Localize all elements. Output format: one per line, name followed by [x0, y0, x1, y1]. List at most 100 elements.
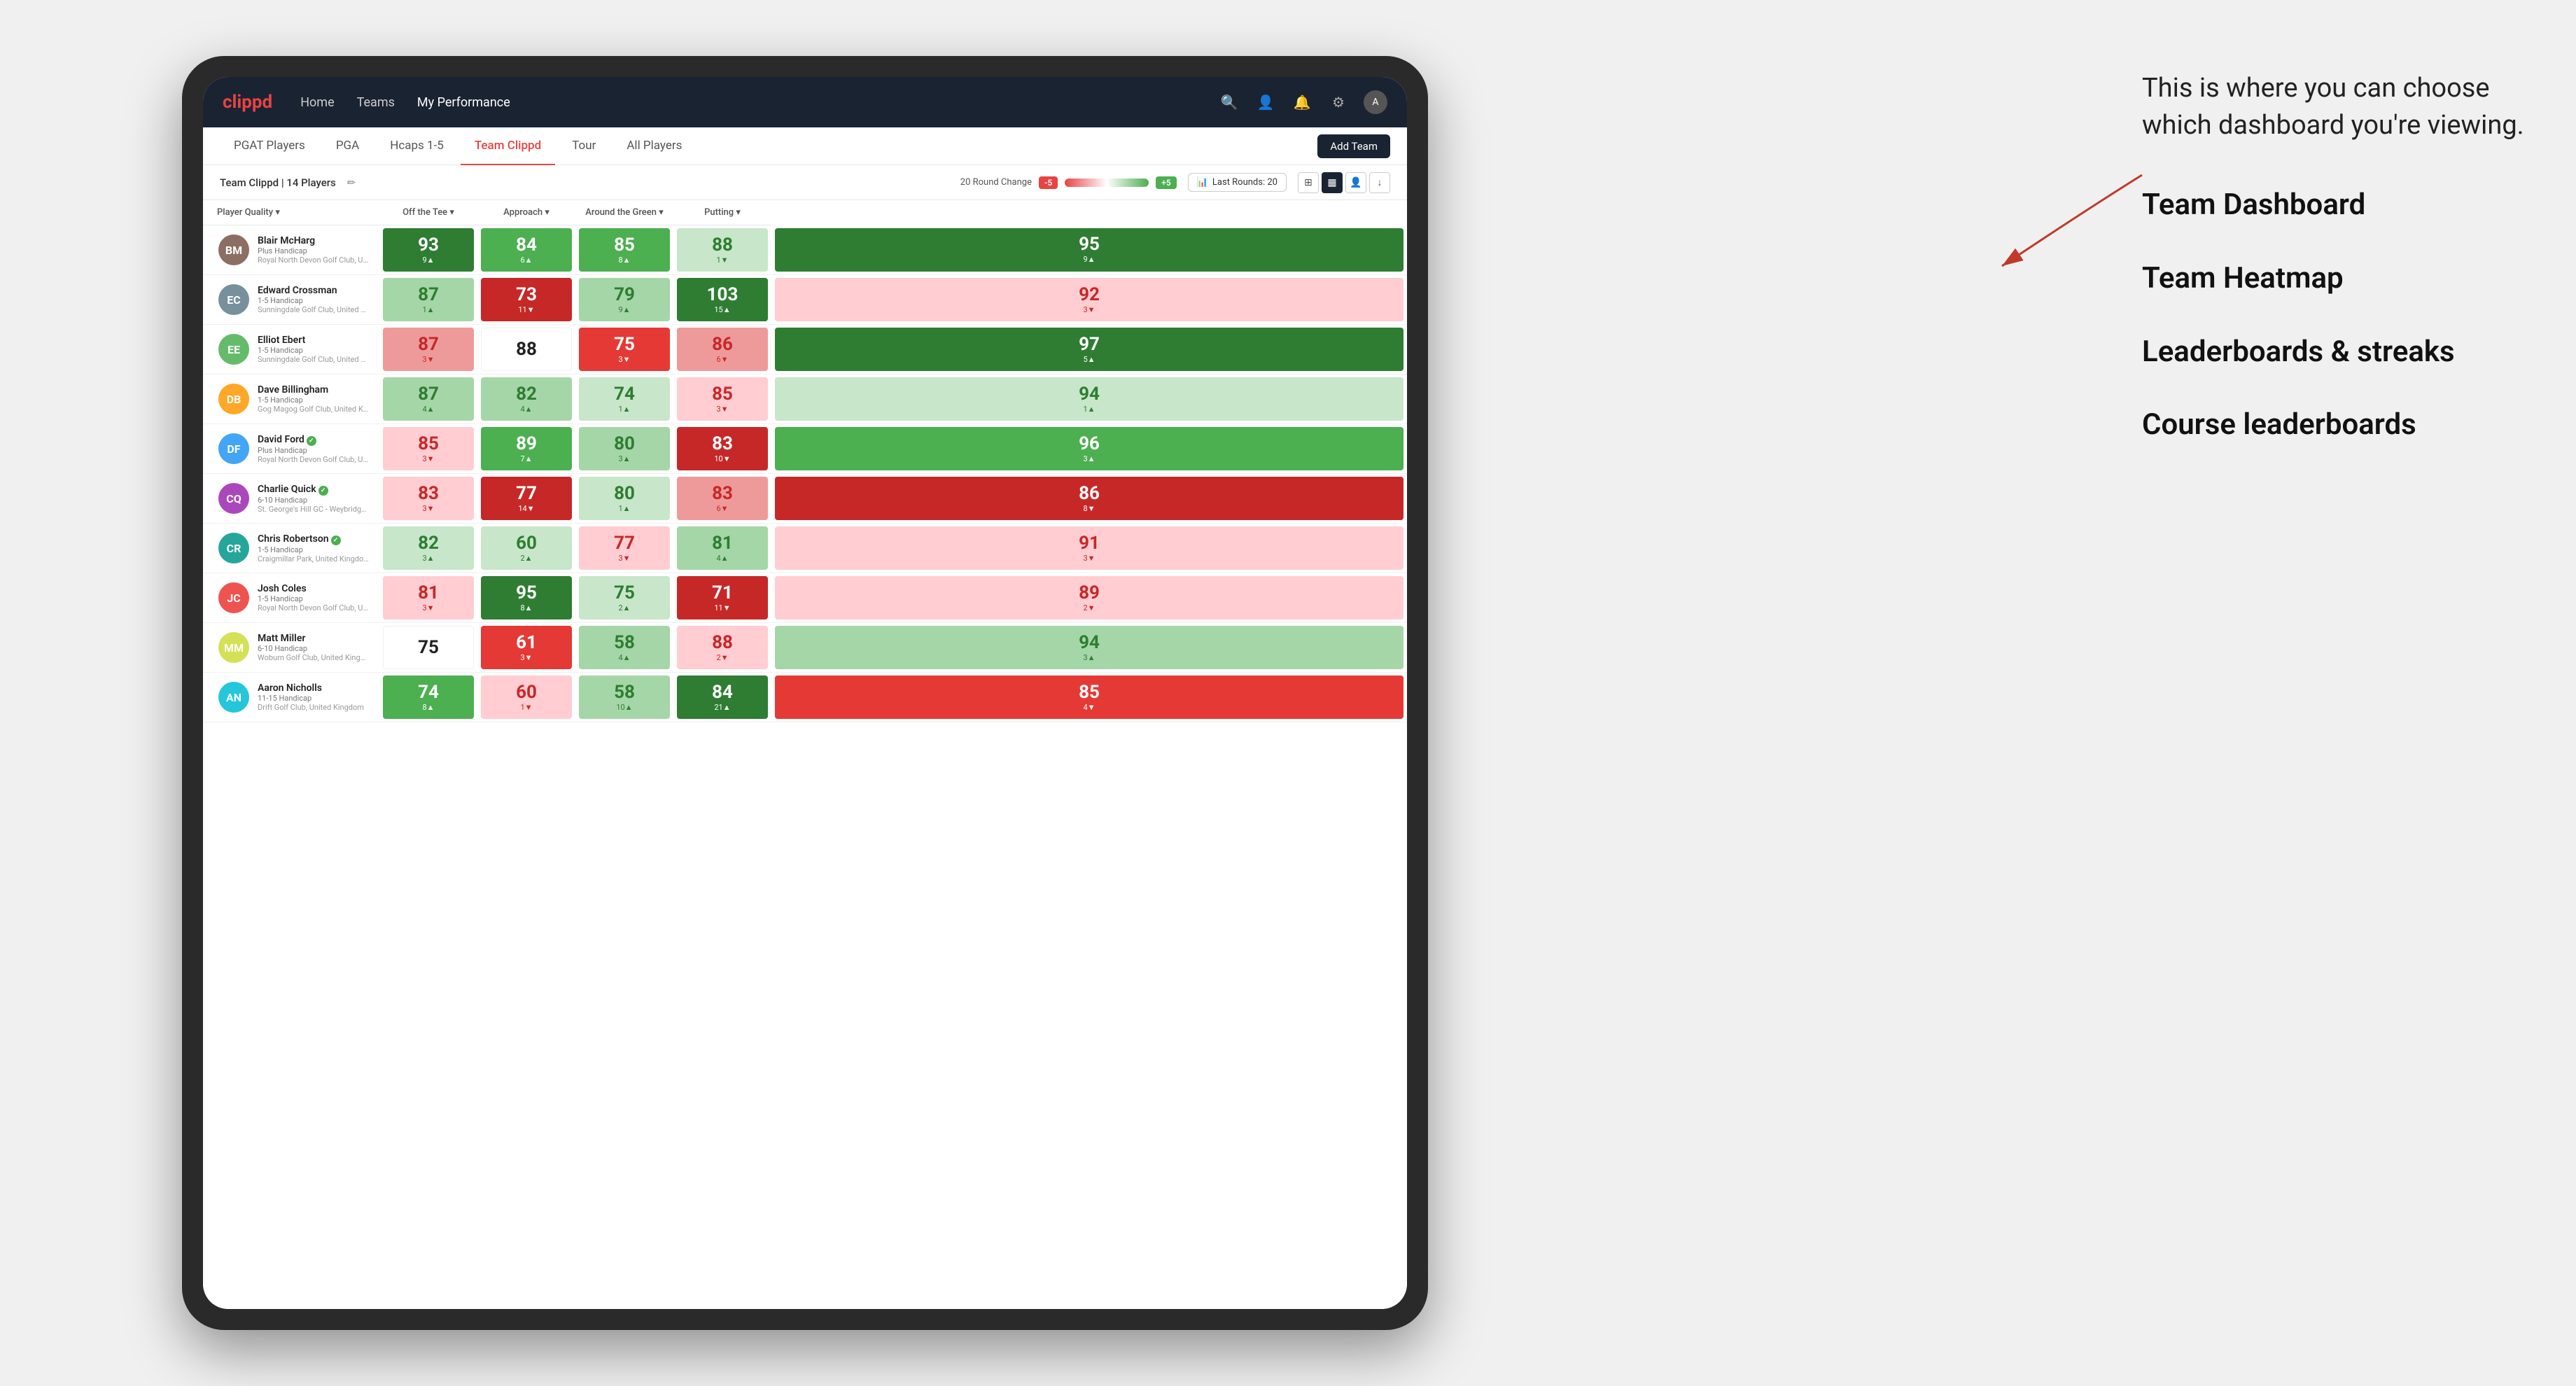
player-club: Woburn Golf Club, United Kingdom: [258, 653, 370, 662]
score-cell: 858▲: [575, 225, 673, 275]
player-club: St. George's Hill GC - Weybridge - Surre…: [258, 505, 370, 514]
sub-header: Team Clippd | 14 Players ✏ 20 Round Chan…: [203, 165, 1407, 200]
score-cell: 8310▼: [673, 424, 771, 474]
table-row[interactable]: ANAaron Nicholls11-15 HandicapDrift Golf…: [203, 673, 1407, 722]
team-label: Team Clippd | 14 Players: [220, 176, 336, 189]
table-row[interactable]: ECEdward Crossman1-5 HandicapSunningdale…: [203, 275, 1407, 325]
last-rounds-label: 📊: [1197, 177, 1208, 188]
col-player: Player Quality ▾: [203, 200, 379, 225]
annotation-option-2: Team Heatmap: [2142, 260, 2548, 298]
tab-pgat-players[interactable]: PGAT Players: [220, 127, 319, 165]
score-cell: 7714▼: [477, 474, 575, 524]
score-cell: 874▲: [379, 374, 477, 424]
table-row[interactable]: DBDave Billingham1-5 HandicapGog Magog G…: [203, 374, 1407, 424]
player-handicap: 1-5 Handicap: [258, 396, 370, 405]
table-row[interactable]: JCJosh Coles1-5 HandicapRoyal North Devo…: [203, 573, 1407, 623]
player-handicap: 6-10 Handicap: [258, 644, 370, 653]
add-team-button[interactable]: Add Team: [1317, 134, 1390, 158]
nav-teams[interactable]: Teams: [357, 95, 395, 110]
annotation-option-1: Team Dashboard: [2142, 186, 2548, 225]
heatmap-view-button[interactable]: ▦: [1322, 172, 1343, 193]
score-cell: 833▼: [379, 474, 477, 524]
user-avatar[interactable]: A: [1364, 90, 1387, 114]
player-name: Edward Crossman: [258, 285, 370, 296]
score-cell: 7111▼: [673, 573, 771, 623]
table-row[interactable]: BMBlair McHargPlus HandicapRoyal North D…: [203, 225, 1407, 275]
score-cell: 873▼: [379, 325, 477, 374]
tablet-frame: clippd Home Teams My Performance 🔍 👤 🔔 ⚙…: [182, 56, 1428, 1330]
player-cell: EEElliot Ebert1-5 HandicapSunningdale Go…: [203, 325, 379, 374]
score-cell: 10315▲: [673, 275, 771, 325]
grid-view-button[interactable]: ⊞: [1298, 172, 1319, 193]
score-cell: 753▼: [575, 325, 673, 374]
navbar: clippd Home Teams My Performance 🔍 👤 🔔 ⚙…: [203, 77, 1407, 127]
player-cell: BMBlair McHargPlus HandicapRoyal North D…: [203, 225, 379, 275]
tablet-screen: clippd Home Teams My Performance 🔍 👤 🔔 ⚙…: [203, 77, 1407, 1309]
settings-icon[interactable]: ⚙: [1327, 91, 1350, 113]
round-change-section: 20 Round Change -5 +5: [960, 176, 1177, 189]
score-cell: 5810▲: [575, 673, 673, 722]
score-cell: 943▲: [771, 623, 1407, 673]
nav-links: Home Teams My Performance: [300, 95, 1218, 110]
score-cell: 939▲: [379, 225, 477, 275]
player-name: Chris Robertson✓: [258, 533, 370, 545]
tab-tour[interactable]: Tour: [558, 127, 610, 165]
bell-icon[interactable]: 🔔: [1291, 91, 1313, 113]
player-avatar: CQ: [218, 483, 249, 514]
view-icons: ⊞ ▦ 👤 ↓: [1298, 172, 1390, 193]
player-club: Drift Golf Club, United Kingdom: [258, 703, 364, 712]
player-club: Sunningdale Golf Club, United Kingdom: [258, 355, 370, 364]
tab-pga[interactable]: PGA: [322, 127, 373, 165]
player-avatar: EE: [218, 334, 249, 365]
player-club: Sunningdale Golf Club, United Kingdom: [258, 305, 370, 314]
score-cell: 923▼: [771, 275, 1407, 325]
score-cell: 959▲: [771, 225, 1407, 275]
tab-team-clippd[interactable]: Team Clippd: [461, 127, 555, 165]
player-avatar: CR: [218, 533, 249, 564]
col-tee: Off the Tee ▾: [379, 200, 477, 225]
user-icon[interactable]: 👤: [1254, 91, 1277, 113]
neg-badge: -5: [1039, 176, 1058, 189]
player-handicap: 1-5 Handicap: [258, 296, 370, 305]
player-handicap: Plus Handicap: [258, 446, 370, 455]
player-avatar: BM: [218, 234, 249, 265]
edit-icon[interactable]: ✏: [347, 176, 356, 189]
last-rounds-text: Last Rounds: 20: [1212, 177, 1278, 188]
score-cell: 813▼: [379, 573, 477, 623]
score-cell: 853▼: [379, 424, 477, 474]
player-cell: CQCharlie Quick✓6-10 HandicapSt. George'…: [203, 474, 379, 524]
player-club: Royal North Devon Golf Club, United King…: [258, 255, 370, 265]
content-area: Player Quality ▾ Off the Tee ▾ Approach …: [203, 200, 1407, 1309]
download-button[interactable]: ↓: [1369, 172, 1390, 193]
score-cell: 7311▼: [477, 275, 575, 325]
score-cell: 913▼: [771, 524, 1407, 573]
col-putting: Putting ▾: [673, 200, 771, 225]
player-club: Royal North Devon Golf Club, United King…: [258, 455, 370, 464]
table-row[interactable]: CRChris Robertson✓1-5 HandicapCraigmilla…: [203, 524, 1407, 573]
player-avatar: MM: [218, 632, 249, 663]
player-name: Josh Coles: [258, 583, 370, 594]
nav-home[interactable]: Home: [300, 95, 334, 110]
player-avatar: DB: [218, 384, 249, 414]
table-row[interactable]: CQCharlie Quick✓6-10 HandicapSt. George'…: [203, 474, 1407, 524]
player-avatar: AN: [218, 682, 249, 713]
table-row[interactable]: DFDavid Ford✓Plus HandicapRoyal North De…: [203, 424, 1407, 474]
col-green: Around the Green ▾: [575, 200, 673, 225]
table-row[interactable]: MMMatt Miller6-10 HandicapWoburn Golf Cl…: [203, 623, 1407, 673]
score-cell: 773▼: [575, 524, 673, 573]
player-avatar: JC: [218, 582, 249, 613]
annotation-option-4: Course leaderboards: [2142, 406, 2548, 444]
annotation-container: This is where you can choose which dashb…: [2142, 70, 2548, 444]
nav-my-performance[interactable]: My Performance: [417, 95, 510, 110]
tabbar: PGAT Players PGA Hcaps 1-5 Team Clippd T…: [203, 127, 1407, 165]
chart-view-button[interactable]: 👤: [1345, 172, 1366, 193]
tab-hcaps[interactable]: Hcaps 1-5: [376, 127, 458, 165]
player-cell: DFDavid Ford✓Plus HandicapRoyal North De…: [203, 424, 379, 474]
last-rounds-button[interactable]: 📊 Last Rounds: 20: [1188, 173, 1287, 192]
score-cell: 871▲: [379, 275, 477, 325]
tab-all-players[interactable]: All Players: [612, 127, 696, 165]
table-row[interactable]: EEElliot Ebert1-5 HandicapSunningdale Go…: [203, 325, 1407, 374]
score-cell: 613▼: [477, 623, 575, 673]
search-icon[interactable]: 🔍: [1218, 91, 1240, 113]
score-cell: 975▲: [771, 325, 1407, 374]
